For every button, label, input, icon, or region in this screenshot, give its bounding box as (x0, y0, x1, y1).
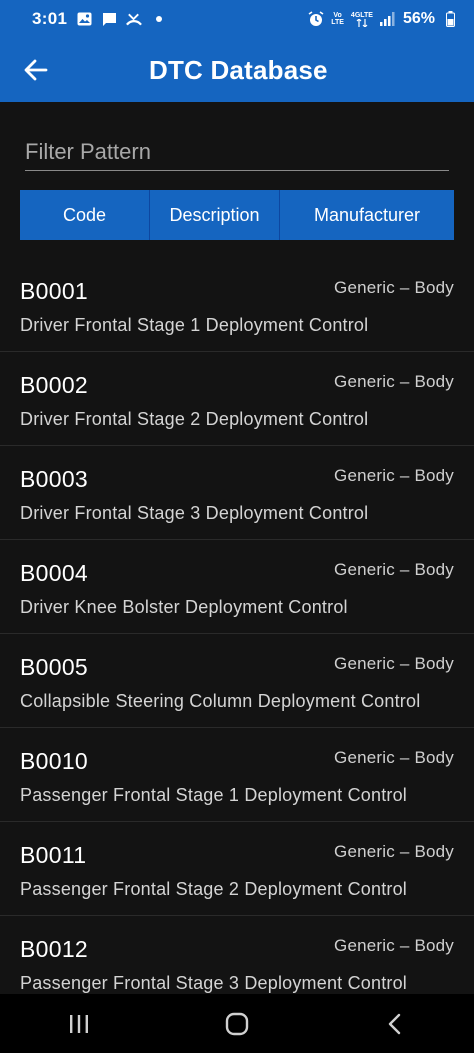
list-item[interactable]: B0004 Generic – Body Driver Knee Bolster… (0, 540, 474, 634)
battery-icon (442, 11, 458, 27)
system-back-button[interactable] (365, 1004, 425, 1044)
code-category: Generic – Body (334, 842, 454, 861)
page-title: DTC Database (149, 55, 328, 85)
code-category: Generic – Body (334, 654, 454, 673)
list-item[interactable]: B0012 Generic – Body Passenger Frontal S… (0, 916, 474, 994)
data-arrows-icon (356, 18, 368, 27)
code-id: B0010 (20, 748, 89, 774)
code-id: B0002 (20, 372, 89, 398)
list-item[interactable]: B0002 Generic – Body Driver Frontal Stag… (0, 352, 474, 446)
message-icon (101, 11, 117, 27)
back-arrow-icon (24, 59, 48, 81)
status-bar: 3:01 Vo LTE 4GLTE 56% (0, 0, 474, 38)
code-category: Generic – Body (334, 466, 454, 485)
code-list[interactable]: B0001 Generic – Body Driver Frontal Stag… (0, 258, 474, 994)
list-item[interactable]: B0001 Generic – Body Driver Frontal Stag… (0, 258, 474, 352)
recent-apps-icon (70, 1014, 88, 1033)
home-icon (225, 1012, 249, 1035)
filter-input[interactable] (25, 133, 449, 170)
code-description: Passenger Frontal Stage 2 Deployment Con… (20, 879, 408, 899)
code-id: B0003 (20, 466, 89, 492)
status-time: 3:01 (32, 9, 68, 28)
list-item[interactable]: B0005 Generic – Body Collapsible Steerin… (0, 634, 474, 728)
missed-call-icon (126, 11, 143, 27)
list-item[interactable]: B0010 Generic – Body Passenger Frontal S… (0, 728, 474, 822)
filter-field (25, 133, 449, 171)
app-bar: DTC Database (0, 38, 474, 102)
code-category: Generic – Body (334, 936, 454, 955)
code-description: Driver Frontal Stage 1 Deployment Contro… (20, 315, 369, 335)
gallery-icon (76, 11, 92, 27)
list-item[interactable]: B0003 Generic – Body Driver Frontal Stag… (0, 446, 474, 540)
volte-indicator: Vo LTE (331, 12, 344, 26)
code-category: Generic – Body (334, 278, 454, 297)
code-description: Passenger Frontal Stage 1 Deployment Con… (20, 785, 408, 805)
signal-icon (379, 11, 396, 27)
code-category: Generic – Body (334, 372, 454, 391)
back-button[interactable] (22, 56, 50, 84)
code-id: B0004 (20, 560, 89, 586)
code-description: Driver Frontal Stage 2 Deployment Contro… (20, 409, 369, 429)
code-id: B0011 (20, 842, 87, 868)
home-button[interactable] (207, 1004, 267, 1044)
network-type-indicator: 4GLTE (351, 12, 373, 27)
code-description: Driver Knee Bolster Deployment Control (20, 597, 348, 617)
sort-by-code-button[interactable]: Code (20, 190, 150, 240)
sort-by-description-button[interactable]: Description (150, 190, 280, 240)
chevron-left-icon (388, 1013, 401, 1034)
alarm-icon (308, 11, 324, 27)
code-category: Generic – Body (334, 748, 454, 767)
code-id: B0005 (20, 654, 89, 680)
code-id: B0012 (20, 936, 89, 962)
recent-apps-button[interactable] (49, 1004, 109, 1044)
code-description: Collapsible Steering Column Deployment C… (20, 691, 421, 711)
system-nav-bar (0, 994, 474, 1053)
list-item[interactable]: B0011 Generic – Body Passenger Frontal S… (0, 822, 474, 916)
sort-by-manufacturer-button[interactable]: Manufacturer (280, 190, 454, 240)
code-description: Passenger Frontal Stage 3 Deployment Con… (20, 973, 408, 993)
code-id: B0001 (20, 278, 89, 304)
notification-dot-icon (151, 11, 167, 27)
code-category: Generic – Body (334, 560, 454, 579)
battery-percentage: 56% (402, 10, 435, 27)
sort-button-group: Code Description Manufacturer (20, 190, 454, 240)
code-description: Driver Frontal Stage 3 Deployment Contro… (20, 503, 369, 523)
